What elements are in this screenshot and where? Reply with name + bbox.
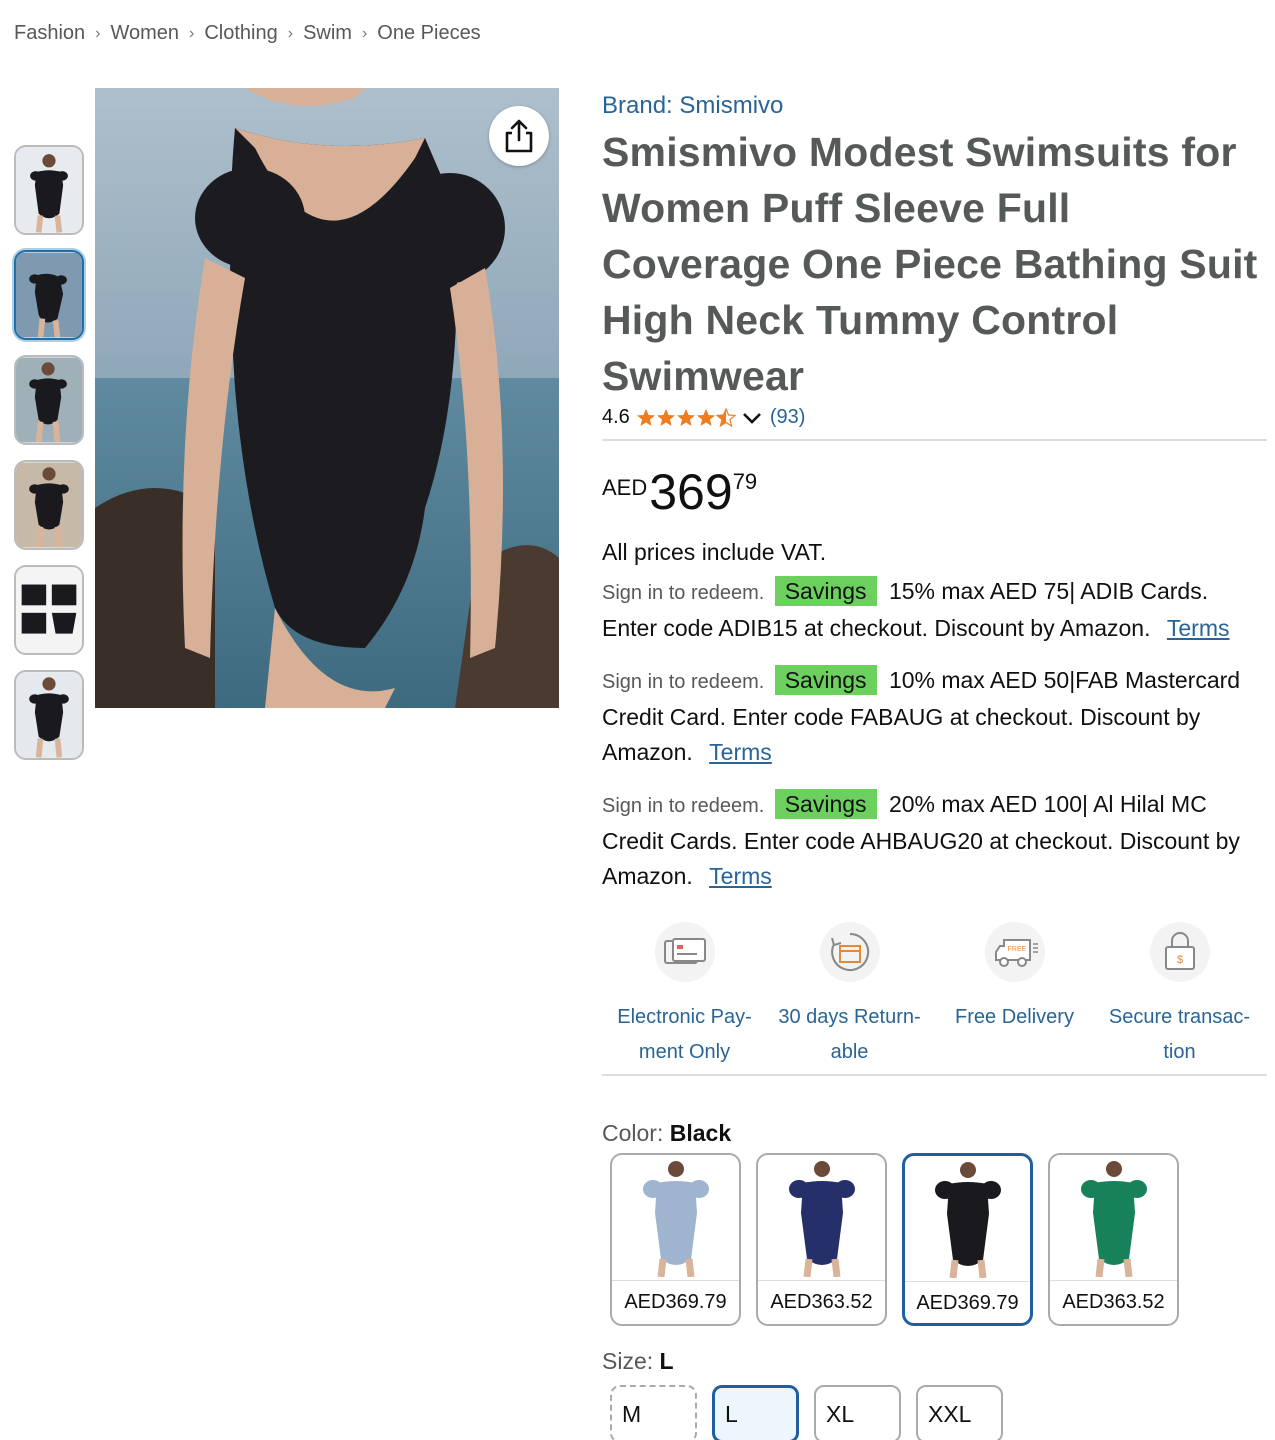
- swatch-image: [934, 1161, 1001, 1278]
- color-swatch-floral[interactable]: AED369.79: [610, 1153, 741, 1326]
- savings-badge: Savings: [774, 665, 877, 695]
- size-option-m[interactable]: M: [610, 1385, 697, 1440]
- star-icon: [656, 408, 675, 426]
- sign-in-to-redeem[interactable]: Sign in to redeem.: [602, 671, 764, 693]
- savings-badge: Savings: [774, 576, 877, 606]
- rating-count-link[interactable]: (93): [770, 406, 806, 429]
- thumbnail-1[interactable]: [14, 145, 84, 235]
- size-label-row: Size: L: [602, 1348, 1267, 1375]
- feature-secure-transaction[interactable]: $ Secure transac-tion: [1097, 922, 1262, 1070]
- feature-label: Secure transac-tion: [1108, 1006, 1251, 1063]
- color-value: Black: [669, 1120, 732, 1146]
- card-icon: [654, 922, 715, 982]
- color-swatch-black[interactable]: AED369.79: [902, 1153, 1033, 1326]
- swatch-price: AED369.79: [905, 1281, 1030, 1315]
- swatch-image: [642, 1160, 709, 1277]
- price-whole: 369: [649, 464, 733, 520]
- color-label-row: Color: Black: [602, 1120, 1267, 1147]
- thumbnail-5[interactable]: [14, 565, 84, 655]
- size-option-xxl[interactable]: XXL: [916, 1385, 1003, 1440]
- offer-1: Sign in to redeem. Savings 15% max AED 7…: [602, 574, 1267, 646]
- feature-icons: Electronic Pay-ment Only 30 days Return-…: [602, 922, 1267, 1076]
- breadcrumb-swim[interactable]: Swim: [303, 22, 352, 45]
- feature-label: Free Delivery: [955, 1006, 1074, 1028]
- breadcrumb: Fashion › Women › Clothing › Swim › One …: [14, 22, 481, 45]
- breadcrumb-fashion[interactable]: Fashion: [14, 22, 85, 45]
- free-badge: FREE: [1007, 946, 1026, 953]
- chevron-down-icon[interactable]: [740, 408, 764, 428]
- vat-note: All prices include VAT.: [602, 539, 827, 565]
- size-options: M L XL XXL: [610, 1385, 1267, 1440]
- swatch-image: [788, 1160, 855, 1277]
- feature-label: 30 days Return-able: [778, 1006, 921, 1063]
- thumbnail-list: [14, 145, 84, 775]
- product-title: Smismivo Modest Swimsuits for Women Puff…: [602, 129, 1258, 399]
- thumbnail-6[interactable]: [14, 670, 84, 760]
- chevron-right-icon: ›: [287, 24, 294, 42]
- chevron-right-icon: ›: [189, 24, 195, 42]
- color-label: Color:: [602, 1120, 664, 1146]
- terms-link[interactable]: Terms: [709, 863, 772, 889]
- swatch-price: AED363.52: [1050, 1280, 1177, 1314]
- feature-electronic-payment[interactable]: Electronic Pay-ment Only: [602, 922, 767, 1070]
- breadcrumb-one-pieces[interactable]: One Pieces: [377, 22, 480, 45]
- share-icon: [505, 119, 533, 153]
- rating-row: 4.6 (93): [602, 406, 1267, 441]
- color-swatches: AED369.79 AED363.52 AED369.79 AED363.52: [610, 1153, 1267, 1326]
- sign-in-to-redeem[interactable]: Sign in to redeem.: [602, 795, 764, 817]
- sign-in-to-redeem[interactable]: Sign in to redeem.: [602, 582, 764, 604]
- feature-label: Electronic Pay-ment Only: [617, 1006, 752, 1063]
- thumbnail-4[interactable]: [14, 460, 84, 550]
- savings-badge: Savings: [774, 789, 877, 819]
- half-star-icon: [715, 407, 736, 427]
- lock-icon: $: [1149, 922, 1210, 982]
- dollar-symbol: $: [1176, 954, 1182, 966]
- feature-returnable[interactable]: 30 days Return-able: [767, 922, 932, 1070]
- price-currency: AED: [602, 475, 648, 500]
- feature-free-delivery[interactable]: FREE Free Delivery: [932, 922, 1097, 1070]
- terms-link[interactable]: Terms: [1167, 615, 1230, 641]
- size-value: L: [659, 1348, 674, 1374]
- thumbnail-2[interactable]: [14, 250, 84, 340]
- offer-3: Sign in to redeem. Savings 20% max AED 1…: [602, 787, 1267, 894]
- swatch-image: [1080, 1160, 1147, 1277]
- swatch-price: AED363.52: [758, 1280, 885, 1314]
- star-icon: [636, 408, 655, 426]
- breadcrumb-women[interactable]: Women: [110, 22, 179, 45]
- color-swatch-navy[interactable]: AED363.52: [756, 1153, 887, 1326]
- brand-link[interactable]: Brand: Smismivo: [602, 92, 1267, 120]
- truck-icon: FREE: [984, 922, 1045, 982]
- size-option-l[interactable]: L: [712, 1385, 799, 1440]
- star-icon: [696, 408, 715, 426]
- chevron-right-icon: ›: [361, 24, 368, 42]
- chevron-right-icon: ›: [95, 24, 101, 42]
- size-label: Size:: [602, 1348, 654, 1374]
- terms-link[interactable]: Terms: [709, 739, 772, 765]
- main-product-image[interactable]: [95, 88, 559, 708]
- breadcrumb-clothing[interactable]: Clothing: [204, 22, 277, 45]
- thumbnail-3[interactable]: [14, 355, 84, 445]
- size-option-xl[interactable]: XL: [814, 1385, 901, 1440]
- price: AED 369 79: [602, 467, 1267, 517]
- rating-value: 4.6: [602, 406, 630, 428]
- star-rating[interactable]: [636, 407, 736, 428]
- star-icon: [676, 408, 695, 426]
- color-swatch-green[interactable]: AED363.52: [1048, 1153, 1179, 1326]
- swatch-price: AED369.79: [612, 1280, 739, 1314]
- return-icon: [819, 922, 880, 982]
- price-fraction: 79: [732, 469, 758, 494]
- offer-2: Sign in to redeem. Savings 10% max AED 5…: [602, 663, 1267, 770]
- product-details: Brand: Smismivo Smismivo Modest Swimsuit…: [602, 92, 1267, 1440]
- share-button[interactable]: [489, 106, 549, 166]
